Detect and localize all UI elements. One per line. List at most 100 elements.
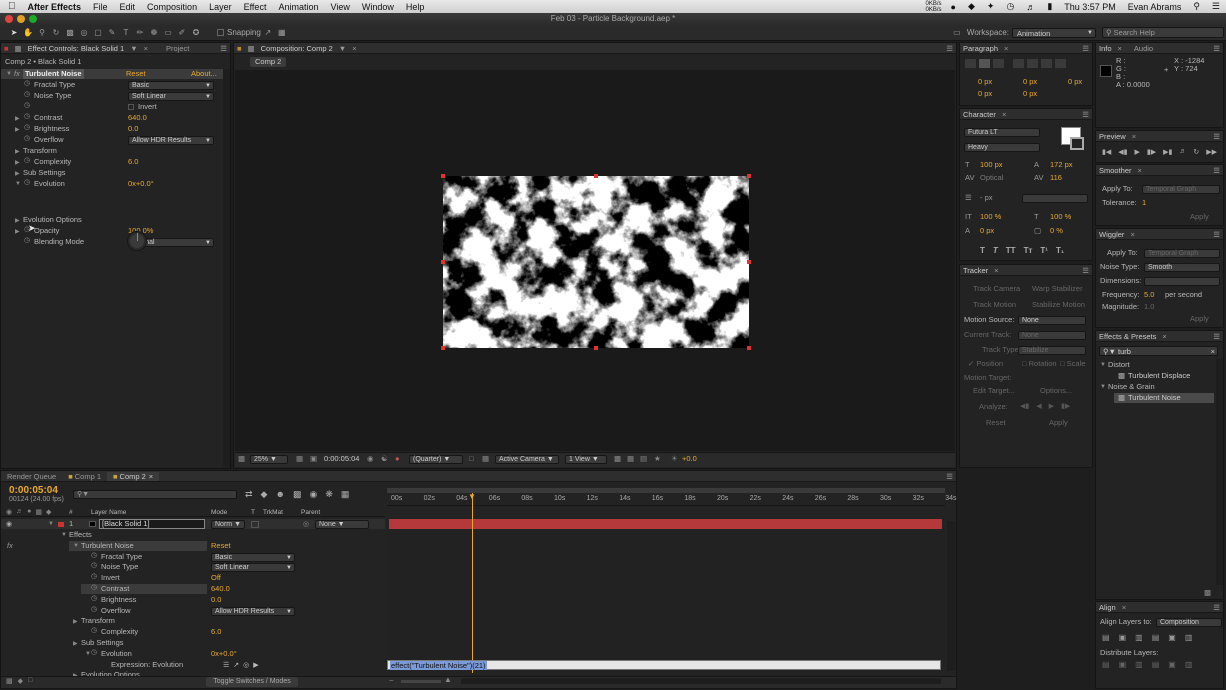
prop-value-contrast[interactable]: 640.0 [128,113,147,123]
layer-handle[interactable] [441,346,445,350]
edit-target-button[interactable]: Edit Target... [973,386,1015,396]
align-to-select[interactable]: Composition [1156,618,1222,627]
audio-tab[interactable]: Audio [1131,44,1156,53]
timeline-select-overflow[interactable]: Allow HDR Results ▼ [211,606,295,616]
chevron-down-icon[interactable]: ▼ [127,44,140,53]
stopwatch-icon[interactable]: ◷ [91,551,97,559]
panel-close-icon[interactable]: ■ [1,44,12,53]
tracker-tab[interactable]: Tracker [960,266,991,275]
character-tab[interactable]: Character [960,110,999,119]
effects-search-input[interactable]: ⚲▼ turb × [1099,346,1218,356]
menu-animation[interactable]: Animation [272,2,324,12]
warp-stabilizer-button[interactable]: Warp Stabilizer [1032,284,1083,294]
stopwatch-icon[interactable]: ◷ [24,79,30,87]
analyze-backward-icon[interactable]: ◀ [1036,402,1041,410]
search-help-field[interactable]: ⚲ Search Help [1102,27,1224,38]
distribute-right-icon[interactable]: ▥ [1185,660,1193,669]
menu-effect[interactable]: Effect [238,2,273,12]
tsume[interactable]: 0 % [1050,226,1063,236]
prop-select-fractal-type[interactable]: Basic ▼ [128,81,214,90]
stopwatch-icon[interactable]: ◷ [24,112,30,120]
close-icon[interactable]: × [349,44,359,53]
chevron-right-icon[interactable]: ▶ [15,148,20,155]
magnitude-value[interactable]: 1.0 [1144,302,1154,312]
position-checkbox[interactable]: ✓ Position [968,359,1003,369]
indent-first[interactable]: 0 px [1068,77,1082,87]
faux-italic-icon[interactable]: T [993,246,998,255]
label-icon[interactable]: ◆ [46,508,51,516]
chevron-down-icon[interactable]: ▼ [61,532,67,538]
new-bin-icon[interactable]: ▩ [1204,588,1211,598]
zoom-in-icon[interactable]: ▲ [444,675,452,684]
fx-badge[interactable]: fx [7,541,13,551]
align-center-icon[interactable] [979,59,990,68]
timeline-prop-brightness[interactable]: Brightness [101,595,136,605]
safe-zones-icon[interactable]: ▦ [296,454,303,464]
eye-icon[interactable]: ◉ [6,508,12,516]
about-link[interactable]: About... [191,69,217,79]
distribute-bottom-icon[interactable]: ▥ [1135,660,1143,669]
layer-handle[interactable] [594,346,598,350]
pan-behind-tool-icon[interactable]: ◎ [78,27,90,38]
chevron-down-icon[interactable]: ▼ [1100,362,1106,368]
current-time-indicator[interactable] [472,493,473,673]
prop-select-overflow[interactable]: Allow HDR Results ▼ [128,136,214,145]
timeline-prop-turbulent-noise[interactable]: Turbulent Noise [81,541,134,551]
rotation-checkbox[interactable]: □ Rotation [1022,359,1057,369]
in-out-icon[interactable]: □ [28,677,32,685]
solo-icon[interactable]: ● [27,508,31,516]
motion-blur-icon[interactable]: ◉ [309,489,317,500]
panel-menu-icon[interactable]: ☰ [1079,110,1092,119]
chevron-right-icon[interactable]: ▶ [73,618,78,625]
stopwatch-icon[interactable]: ◷ [24,134,30,142]
stopwatch-icon[interactable]: ◷ [91,561,97,569]
comp-subtab[interactable]: Comp 2 [250,57,287,67]
timeline-select-noise-type[interactable]: Soft Linear ▼ [211,563,295,573]
menu-help[interactable]: Help [400,2,431,12]
indent-left[interactable]: 0 px [978,77,992,87]
stabilize-motion-button[interactable]: Stabilize Motion [1032,300,1085,310]
lock-icon[interactable]: ▦ [245,44,258,53]
info-tab[interactable]: Info [1096,44,1115,53]
superscript-icon[interactable]: T¹ [1040,246,1048,255]
snap-option-icon[interactable]: ↗ [262,27,274,38]
chevron-down-icon[interactable]: ▼ [6,71,12,77]
timeline-value-invert[interactable]: Off [211,573,221,583]
panel-menu-icon[interactable]: ☰ [1210,603,1223,612]
close-icon[interactable]: × [1119,603,1129,612]
menu-edit[interactable]: Edit [114,2,142,12]
mute-icon[interactable]: ♬ [1179,148,1186,156]
menu-file[interactable]: File [87,2,114,12]
layer-mode-select[interactable]: Norm ▼ [211,520,245,529]
toggle-pixel-aspect-icon[interactable]: ▩ [614,454,621,464]
menu-layer[interactable]: Layer [203,2,238,12]
timeline-scrollbar[interactable] [947,521,955,671]
close-window-button[interactable] [5,15,13,23]
chevron-right-icon[interactable]: ▶ [15,170,20,177]
panel-menu-icon[interactable]: ☰ [943,472,956,481]
region-of-interest-icon[interactable]: □ [469,454,474,464]
timeline-value-turbulent-noise[interactable]: Reset [211,541,231,551]
roto-brush-tool-icon[interactable]: ✐ [176,27,188,38]
playhead-icon[interactable]: ▼ [468,492,476,501]
group-sub-settings[interactable]: Sub Settings [23,168,66,178]
col-layer-name[interactable]: Layer Name [91,508,126,517]
timeline-search-input[interactable]: ⚲▼ [73,490,237,499]
align-vertical-center-icon[interactable]: ▣ [1168,633,1176,642]
leading[interactable]: 172 px [1050,160,1073,170]
preset-group-noise-grain[interactable]: Noise & Grain [1108,382,1155,392]
menu-window[interactable]: Window [356,2,400,12]
prop-value-complexity[interactable]: 6.0 [128,157,138,167]
align-right-edges-icon[interactable]: ▥ [1135,633,1143,642]
close-icon[interactable]: × [999,110,1009,119]
wifi-icon[interactable]: ● [945,2,962,12]
panel-close-icon[interactable]: ■ [234,44,245,53]
ram-preview-icon[interactable]: ▶▶ [1206,148,1217,156]
timeline-value-brightness[interactable]: 0.0 [211,595,221,605]
close-icon[interactable]: × [1001,44,1011,53]
panel-menu-icon[interactable]: ☰ [1210,166,1223,175]
fast-previews-icon[interactable]: ▦ [627,454,634,464]
smoother-tab[interactable]: Smoother [1096,166,1135,175]
stopwatch-icon[interactable]: ◷ [91,583,97,591]
loop-icon[interactable]: ↻ [1193,148,1199,156]
